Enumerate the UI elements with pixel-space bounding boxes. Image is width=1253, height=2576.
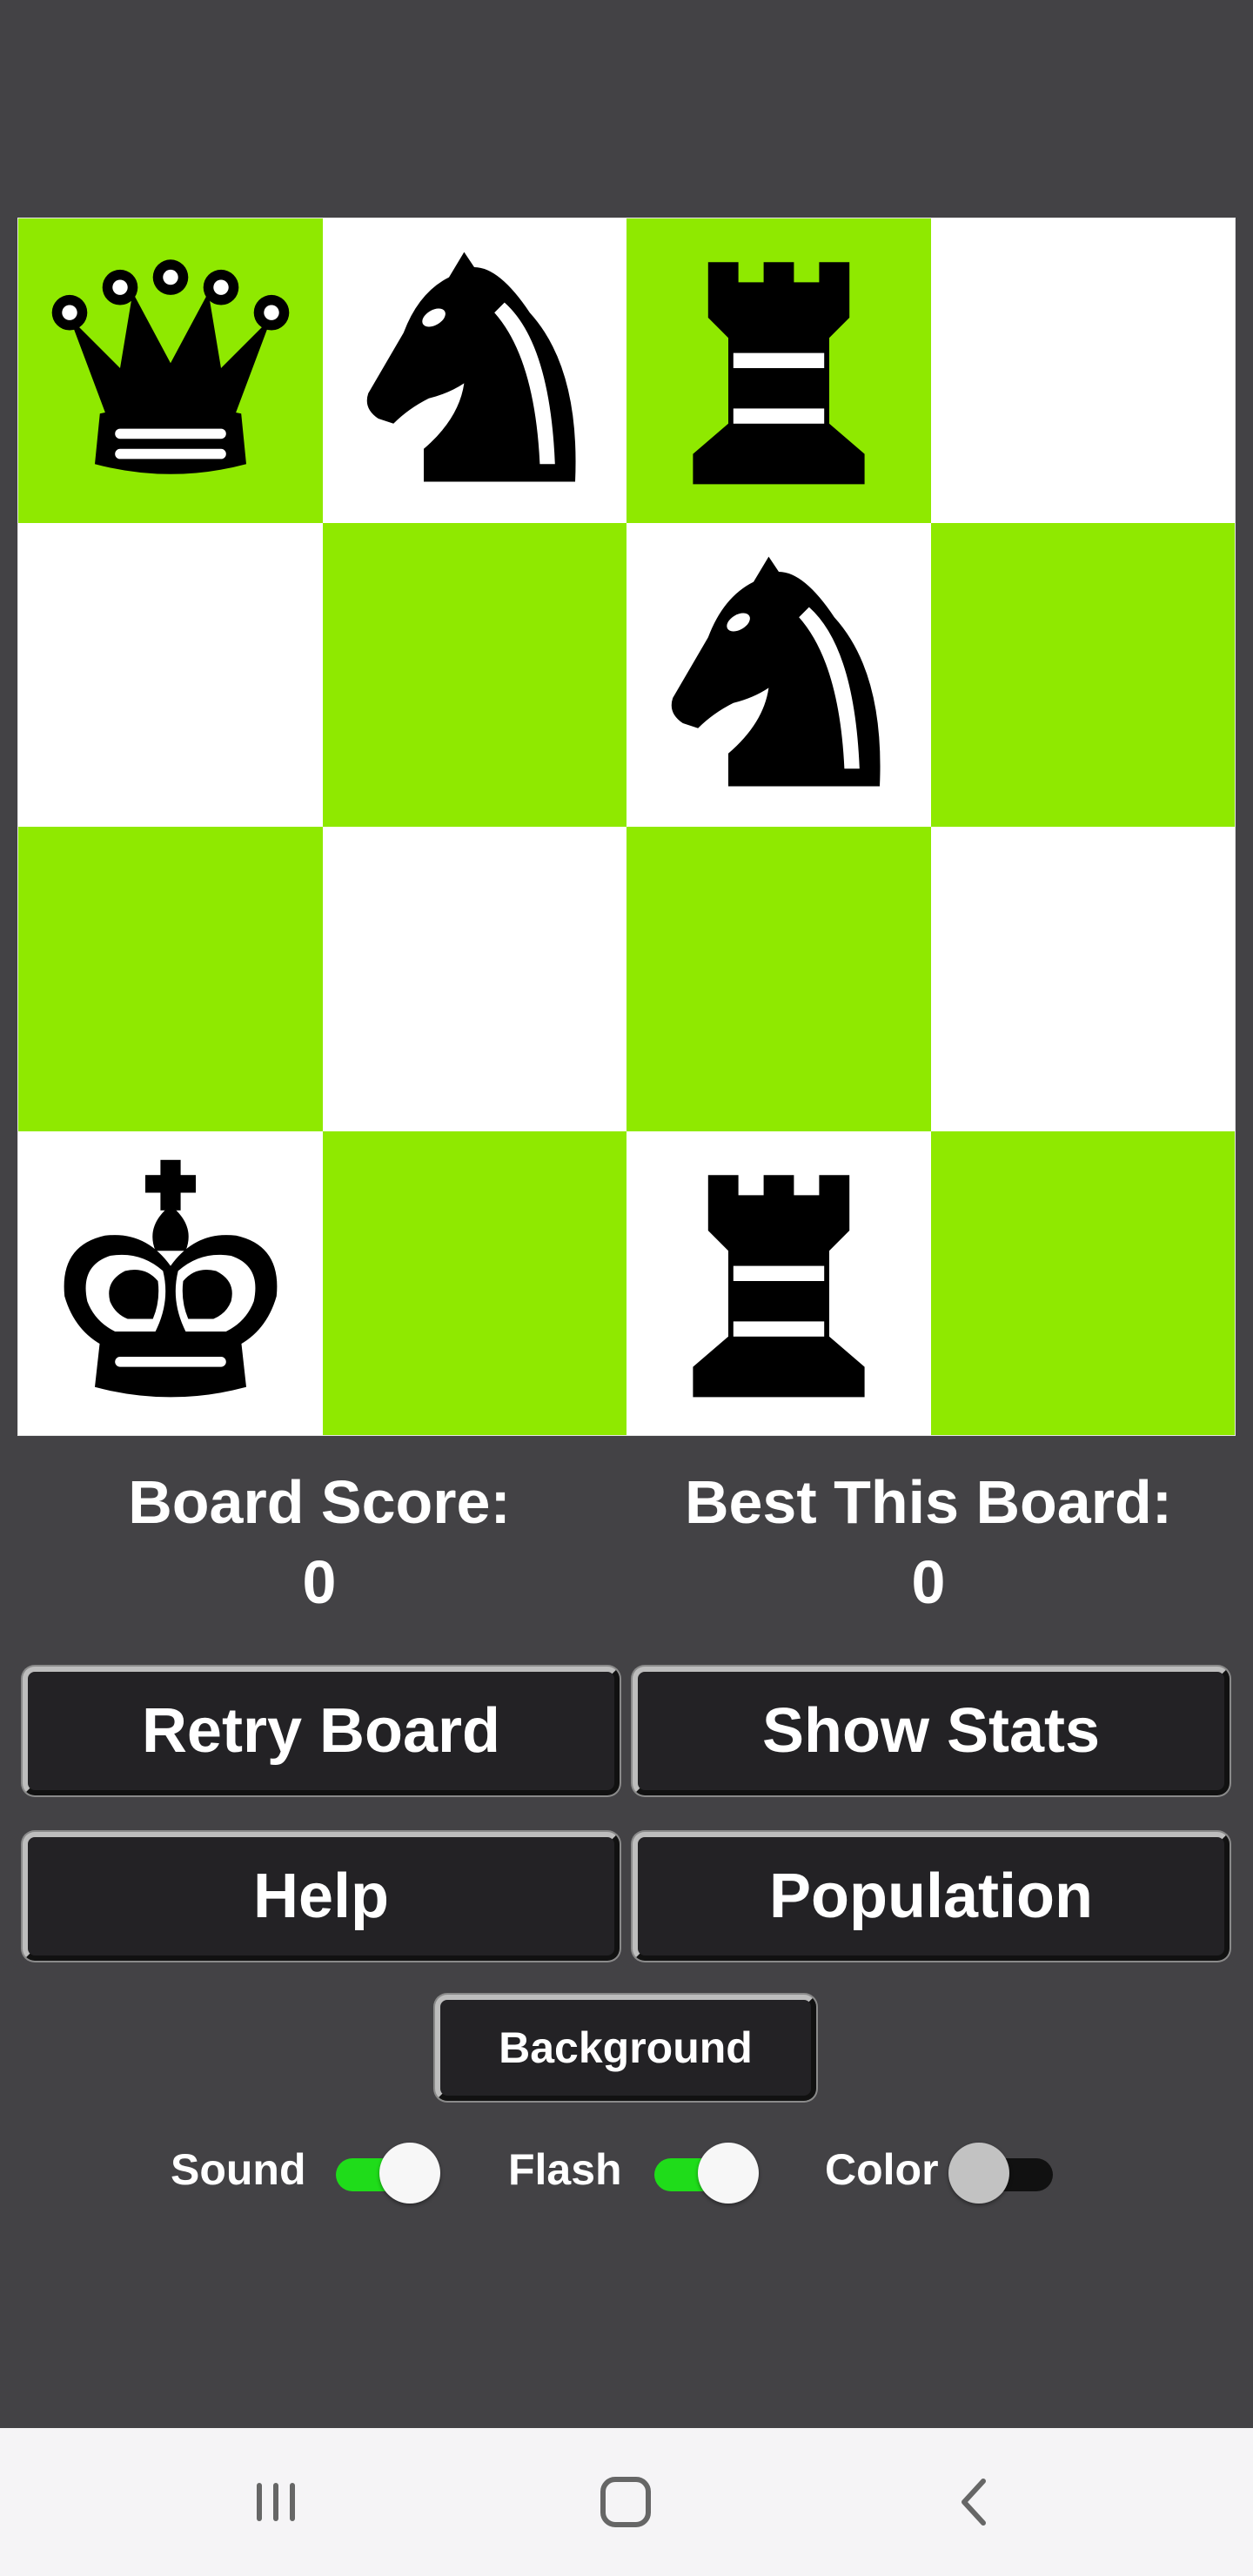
flash-switch[interactable] bbox=[653, 2143, 759, 2204]
knight-icon[interactable] bbox=[653, 547, 905, 803]
board-square[interactable] bbox=[930, 218, 1235, 523]
best-score-value: 0 bbox=[911, 1548, 946, 1616]
board-square[interactable] bbox=[322, 218, 626, 523]
color-label: Color bbox=[825, 2145, 939, 2194]
recents-icon[interactable] bbox=[241, 2467, 311, 2537]
best-score-label: Best This Board: bbox=[684, 1468, 1173, 1536]
flash-label: Flash bbox=[508, 2145, 622, 2194]
rook-icon[interactable] bbox=[653, 1155, 905, 1412]
chess-board bbox=[17, 218, 1236, 1436]
home-icon[interactable] bbox=[591, 2467, 660, 2537]
board-square[interactable] bbox=[18, 827, 323, 1131]
retry-board-button[interactable]: Retry Board bbox=[23, 1667, 620, 1795]
show-stats-button[interactable]: Show Stats bbox=[633, 1667, 1230, 1795]
board-square[interactable] bbox=[322, 827, 626, 1131]
board-square[interactable] bbox=[18, 218, 323, 523]
board-square[interactable] bbox=[626, 827, 931, 1131]
color-switch[interactable] bbox=[948, 2143, 1055, 2204]
board-square[interactable] bbox=[930, 522, 1235, 827]
board-square[interactable] bbox=[626, 1130, 931, 1435]
board-square[interactable] bbox=[626, 218, 931, 523]
sound-switch[interactable] bbox=[334, 2143, 440, 2204]
scores-panel: Board Score: 0 Best This Board: 0 bbox=[0, 1462, 1253, 1627]
king-icon[interactable] bbox=[44, 1155, 297, 1412]
board-score-value: 0 bbox=[302, 1548, 337, 1616]
board-square[interactable] bbox=[930, 1130, 1235, 1435]
population-button[interactable]: Population bbox=[633, 1832, 1230, 1961]
system-nav-bar bbox=[0, 2428, 1253, 2576]
board-square[interactable] bbox=[18, 522, 323, 827]
sound-label: Sound bbox=[171, 2145, 306, 2194]
board-square[interactable] bbox=[626, 522, 931, 827]
board-score-label: Board Score: bbox=[128, 1468, 511, 1536]
help-button[interactable]: Help bbox=[23, 1832, 620, 1961]
best-score: Best This Board: 0 bbox=[624, 1462, 1233, 1622]
board-square[interactable] bbox=[322, 522, 626, 827]
rook-icon[interactable] bbox=[653, 242, 905, 499]
background-button[interactable]: Background bbox=[435, 1995, 816, 2101]
queen-icon[interactable] bbox=[44, 242, 297, 499]
board-square[interactable] bbox=[930, 827, 1235, 1131]
board-square[interactable] bbox=[322, 1130, 626, 1435]
board-score: Board Score: 0 bbox=[15, 1462, 624, 1622]
board-square[interactable] bbox=[18, 1130, 323, 1435]
toggles-row: Sound Flash Color bbox=[0, 2132, 1253, 2210]
knight-icon[interactable] bbox=[348, 242, 600, 499]
back-icon[interactable] bbox=[940, 2467, 1009, 2537]
